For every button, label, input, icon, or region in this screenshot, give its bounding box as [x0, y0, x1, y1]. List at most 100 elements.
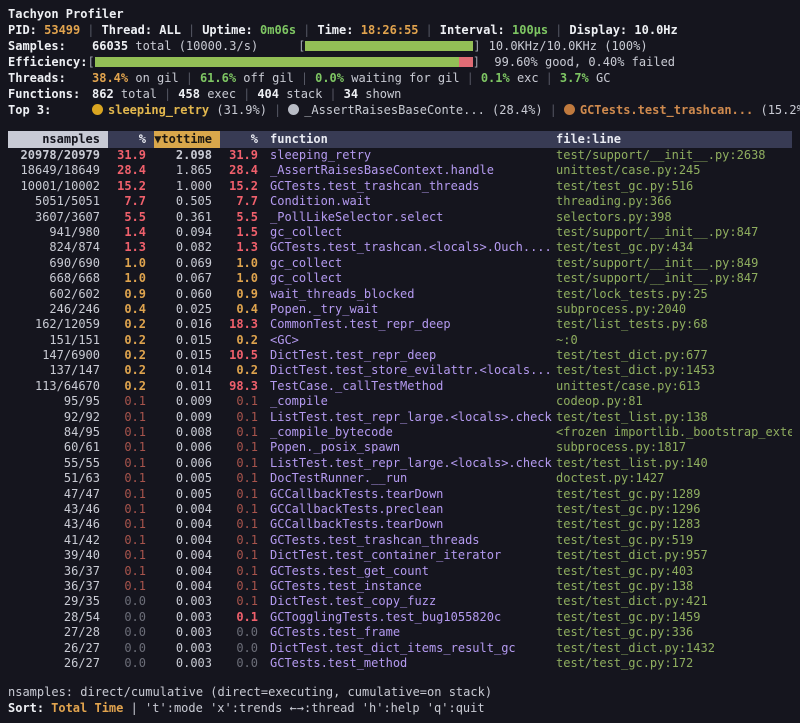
nsamples-cell: 941/980	[8, 225, 108, 240]
cumulative-pct-cell: 0.1	[220, 579, 266, 594]
separator: |	[467, 71, 474, 85]
info-value-5: 10.0Hz	[634, 23, 677, 37]
table-row[interactable]: 137/1470.20.0140.2DictTest.test_store_ev…	[8, 363, 792, 378]
table-row[interactable]: 29/350.00.0030.1DictTest.test_copy_fuzzt…	[8, 594, 792, 609]
function-cell: GCTests.test_trashcan_threads	[266, 179, 552, 194]
info-label-5: Display:	[569, 23, 634, 37]
info-value-4: 100μs	[512, 23, 548, 37]
table-row[interactable]: 39/400.10.0040.1DictTest.test_container_…	[8, 548, 792, 563]
column-header-cumulative-pct[interactable]: %	[220, 131, 266, 148]
info-label-4: Interval:	[440, 23, 512, 37]
table-row[interactable]: 3607/36075.50.3615.5_PollLikeSelector.se…	[8, 210, 792, 225]
table-row[interactable]: 41/420.10.0040.1GCTests.test_trashcan_th…	[8, 533, 792, 548]
table-row[interactable]: 20978/2097931.92.09831.9sleeping_retryte…	[8, 148, 792, 163]
table-row[interactable]: 47/470.10.0050.1GCCallbackTests.tearDown…	[8, 487, 792, 502]
efficiency-bar-close-bracket: ]	[473, 55, 480, 69]
table-row[interactable]: 36/370.10.0040.1GCTests.test_get_countte…	[8, 564, 792, 579]
separator: |	[329, 87, 336, 101]
table-row[interactable]: 941/9801.40.0941.5gc_collecttest/support…	[8, 225, 792, 240]
table-row[interactable]: 113/646700.20.01198.3TestCase._callTestM…	[8, 379, 792, 394]
cumulative-pct-cell: 10.5	[220, 348, 266, 363]
table-row[interactable]: 5051/50517.70.5057.7Condition.waitthread…	[8, 194, 792, 209]
file-line-cell: unittest/case.py:245	[552, 163, 792, 178]
function-cell: DictTest.test_copy_fuzz	[266, 594, 552, 609]
direct-pct-cell: 0.2	[108, 333, 154, 348]
direct-pct-cell: 5.5	[108, 210, 154, 225]
column-header-nsamples[interactable]: nsamples	[8, 131, 108, 148]
table-row[interactable]: 10001/1000215.21.00015.2GCTests.test_tra…	[8, 179, 792, 194]
table-row[interactable]: 51/630.10.0050.1DocTestRunner.__rundocte…	[8, 471, 792, 486]
nsamples-cell: 29/35	[8, 594, 108, 609]
thread-stat-name-0: on gil	[128, 71, 179, 85]
table-row[interactable]: 26/270.00.0030.0DictTest.test_dict_items…	[8, 641, 792, 656]
table-row[interactable]: 162/120590.20.01618.3CommonTest.test_rep…	[8, 317, 792, 332]
direct-pct-cell: 0.2	[108, 379, 154, 394]
table-row[interactable]: 43/460.10.0040.1GCCallbackTests.preclean…	[8, 502, 792, 517]
tottime-cell: 0.003	[154, 625, 220, 640]
tottime-cell: 0.003	[154, 641, 220, 656]
table-row[interactable]: 55/550.10.0060.1ListTest.test_repr_large…	[8, 456, 792, 471]
samples-bar-fill	[305, 41, 473, 51]
thread-stat-value-2: 0.0%	[315, 71, 344, 85]
table-row[interactable]: 60/610.10.0060.1Popen._posix_spawnsubpro…	[8, 440, 792, 455]
tottime-cell: 0.505	[154, 194, 220, 209]
direct-pct-cell: 0.1	[108, 471, 154, 486]
samples-khz-text: 10.0KHz/10.0KHz (100%)	[489, 39, 648, 53]
file-line-cell: test/test_gc.py:172	[552, 656, 792, 671]
cumulative-pct-cell: 0.1	[220, 471, 266, 486]
table-row[interactable]: 824/8741.30.0821.3GCTests.test_trashcan.…	[8, 240, 792, 255]
top3-function-name-1: _AssertRaisesBaseConte...	[304, 103, 492, 117]
function-cell: GCTests.test_instance	[266, 579, 552, 594]
top3-label: Top 3:	[8, 102, 92, 118]
efficiency-label: Efficiency:	[8, 55, 87, 69]
table-row[interactable]: 147/69000.20.01510.5DictTest.test_repr_d…	[8, 348, 792, 363]
tottime-cell: 0.004	[154, 533, 220, 548]
table-row[interactable]: 246/2460.40.0250.4Popen._try_waitsubproc…	[8, 302, 792, 317]
table-row[interactable]: 95/950.10.0090.1_compilecodeop.py:81	[8, 394, 792, 409]
tottime-cell: 0.015	[154, 348, 220, 363]
nsamples-cell: 43/46	[8, 502, 108, 517]
table-row[interactable]: 92/920.10.0090.1ListTest.test_repr_large…	[8, 410, 792, 425]
file-line-cell: test/test_gc.py:1296	[552, 502, 792, 517]
separator: |	[301, 71, 308, 85]
file-line-cell: codeop.py:81	[552, 394, 792, 409]
top3-function-name-0: sleeping_retry	[108, 103, 216, 117]
table-row[interactable]: 84/950.10.0080.1_compile_bytecode<frozen…	[8, 425, 792, 440]
table-row[interactable]: 668/6681.00.0671.0gc_collecttest/support…	[8, 271, 792, 286]
nsamples-cell: 824/874	[8, 240, 108, 255]
direct-pct-cell: 1.0	[108, 256, 154, 271]
direct-pct-cell: 0.0	[108, 625, 154, 640]
table-row[interactable]: 690/6901.00.0691.0gc_collecttest/support…	[8, 256, 792, 271]
file-line-cell: test/support/__init__.py:2638	[552, 148, 792, 163]
table-row[interactable]: 602/6020.90.0600.9wait_threads_blockedte…	[8, 287, 792, 302]
table-row[interactable]: 26/270.00.0030.0GCTests.test_methodtest/…	[8, 656, 792, 671]
cumulative-pct-cell: 5.5	[220, 210, 266, 225]
column-header-tottime[interactable]: ▼tottime	[154, 131, 220, 148]
tottime-cell: 0.009	[154, 410, 220, 425]
tottime-cell: 0.003	[154, 594, 220, 609]
table-row[interactable]: 151/1510.20.0150.2<GC>~:0	[8, 333, 792, 348]
cumulative-pct-cell: 31.9	[220, 148, 266, 163]
column-header-function[interactable]: function	[266, 131, 552, 148]
nsamples-cell: 26/27	[8, 641, 108, 656]
function-cell: DictTest.test_repr_deep	[266, 348, 552, 363]
column-header-direct-pct[interactable]: %	[108, 131, 154, 148]
file-line-cell: test/test_dict.py:1432	[552, 641, 792, 656]
direct-pct-cell: 1.0	[108, 271, 154, 286]
nsamples-cell: 28/54	[8, 610, 108, 625]
efficiency-progress-bar	[95, 57, 473, 67]
function-cell: _compile	[266, 394, 552, 409]
table-row[interactable]: 28/540.00.0030.1GCTogglingTests.test_bug…	[8, 610, 792, 625]
status-line: Sort:Total Time | 't':mode 'x':trends ←→…	[8, 700, 792, 716]
nsamples-cell: 43/46	[8, 517, 108, 532]
cumulative-pct-cell: 0.1	[220, 425, 266, 440]
tottime-cell: 0.005	[154, 487, 220, 502]
file-line-cell: test/test_gc.py:519	[552, 533, 792, 548]
table-row[interactable]: 43/460.10.0040.1GCCallbackTests.tearDown…	[8, 517, 792, 532]
column-header-file-line[interactable]: file:line	[552, 131, 792, 148]
direct-pct-cell: 0.1	[108, 456, 154, 471]
table-row[interactable]: 27/280.00.0030.0GCTests.test_frametest/t…	[8, 625, 792, 640]
function-cell: ListTest.test_repr_large.<locals>.check	[266, 410, 552, 425]
table-row[interactable]: 18649/1864928.41.86528.4_AssertRaisesBas…	[8, 163, 792, 178]
table-row[interactable]: 36/370.10.0040.1GCTests.test_instancetes…	[8, 579, 792, 594]
